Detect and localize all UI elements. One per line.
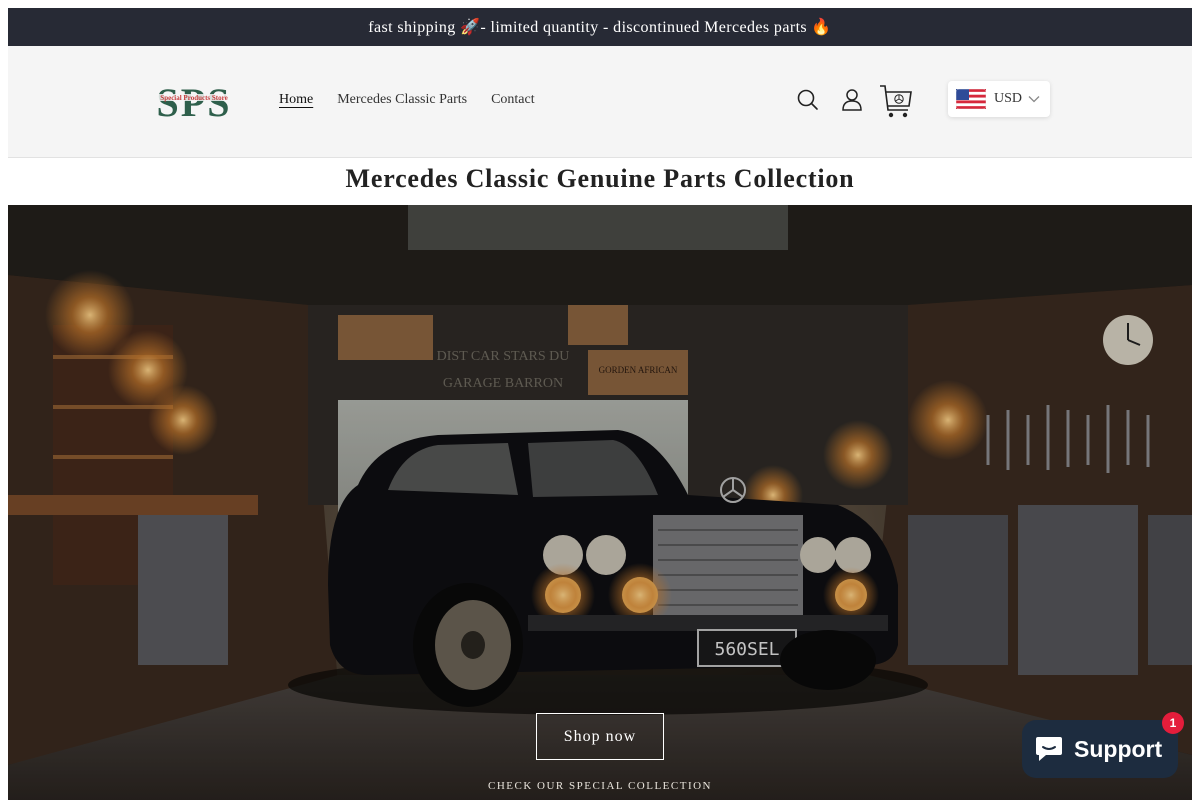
nav-mercedes-classic-parts[interactable]: Mercedes Classic Parts: [337, 92, 467, 108]
search-icon[interactable]: [794, 86, 822, 114]
currency-code: USD: [994, 91, 1023, 106]
currency-selector[interactable]: USD: [948, 81, 1050, 117]
hero-banner: DIST CAR STARS DU GARAGE BARRON GORDEN A…: [8, 205, 1192, 800]
chat-bubble-icon: [1036, 737, 1062, 761]
nav-home[interactable]: Home: [279, 92, 313, 108]
shop-now-button[interactable]: Shop now: [536, 713, 664, 760]
collection-title: Mercedes Classic Genuine Parts Collectio…: [345, 164, 855, 193]
account-icon[interactable]: [838, 86, 866, 114]
garage-hero-image: DIST CAR STARS DU GARAGE BARRON GORDEN A…: [8, 205, 1192, 800]
support-label: Support: [1074, 735, 1163, 762]
store-logo[interactable]: SPS Special Products Store: [148, 80, 240, 122]
us-flag-icon: [956, 89, 986, 109]
chevron-down-icon: [1028, 96, 1040, 103]
announcement-bar: fast shipping 🚀- limited quantity - disc…: [8, 8, 1192, 46]
notification-badge: 1: [1162, 712, 1184, 734]
main-nav: Home Mercedes Classic Parts Contact: [279, 92, 535, 108]
hero-caption: CHECK OUR SPECIAL COLLECTION: [487, 780, 712, 792]
support-chat-button[interactable]: Support: [1022, 720, 1178, 778]
svg-text:Special Products Store: Special Products Store: [160, 94, 227, 102]
site-header: SPS Special Products Store Home Mercedes…: [8, 46, 1192, 158]
announcement-text: fast shipping 🚀- limited quantity - disc…: [368, 19, 832, 36]
nav-contact[interactable]: Contact: [491, 92, 535, 108]
cart-icon[interactable]: [878, 82, 914, 122]
